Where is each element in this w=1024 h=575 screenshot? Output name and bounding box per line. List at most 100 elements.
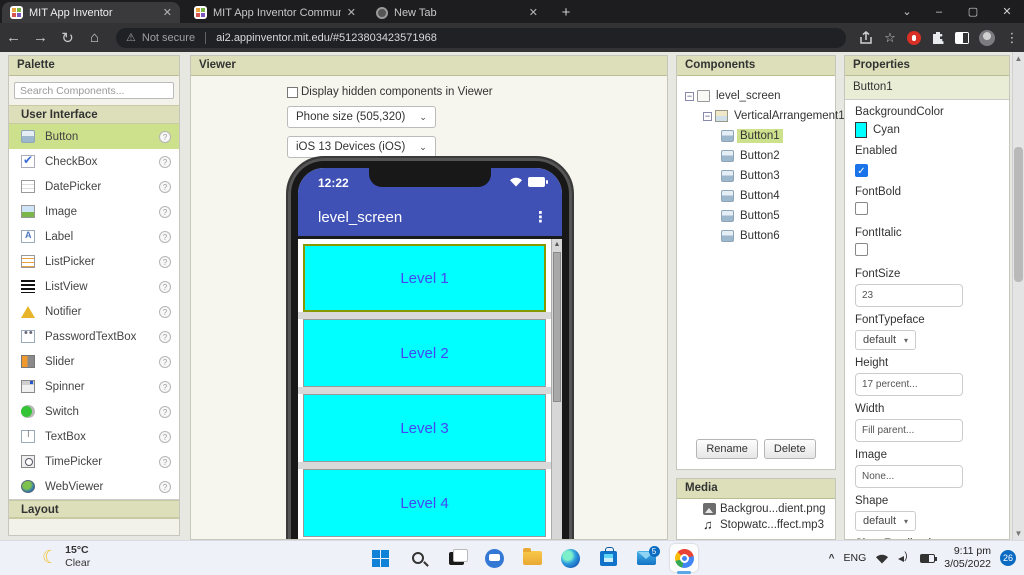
palette-item-slider[interactable]: Slider ?: [9, 349, 179, 374]
tree-item-button4[interactable]: Button4: [681, 186, 831, 206]
device-select[interactable]: iOS 13 Devices (iOS) ⌄: [287, 136, 436, 158]
edge-button[interactable]: [556, 544, 584, 572]
store-button[interactable]: [594, 544, 622, 572]
profile-avatar[interactable]: [979, 29, 995, 46]
notification-count-badge[interactable]: 26: [1000, 550, 1016, 566]
collapse-icon[interactable]: −: [685, 91, 694, 101]
help-icon[interactable]: ?: [159, 330, 171, 343]
tray-clock[interactable]: 9:11 pm 3/05/2022: [944, 545, 991, 571]
color-value[interactable]: Cyan: [873, 124, 900, 136]
palette-item-checkbox[interactable]: CheckBox ?: [9, 149, 179, 174]
image-field[interactable]: None...: [855, 465, 963, 488]
help-icon[interactable]: ?: [159, 205, 171, 218]
help-icon[interactable]: ?: [159, 305, 171, 318]
level-button-level-4[interactable]: Level 4: [303, 469, 546, 537]
palette-item-timepicker[interactable]: TimePicker ?: [9, 449, 179, 474]
phone-scrollbar[interactable]: ▲: [551, 239, 562, 539]
tab-close-icon[interactable]: ✕: [347, 6, 356, 19]
palette-item-notifier[interactable]: Notifier ?: [9, 299, 179, 324]
rename-button[interactable]: Rename: [696, 439, 758, 459]
window-minimize-button[interactable]: –: [922, 0, 956, 23]
forward-icon[interactable]: →: [27, 29, 54, 46]
media-item[interactable]: ♫ Stopwatc...ffect.mp3: [677, 515, 835, 531]
tree-item-level_screen[interactable]: − level_screen: [681, 86, 831, 106]
page-scroll-thumb[interactable]: [1014, 147, 1023, 282]
palette-item-label[interactable]: Label ?: [9, 224, 179, 249]
tab-close-icon[interactable]: ✕: [163, 6, 172, 19]
tree-item-button6[interactable]: Button6: [681, 226, 831, 246]
enabled-checkbox[interactable]: ✓: [855, 164, 868, 177]
extensions-puzzle-icon[interactable]: [926, 30, 950, 46]
tray-volume-icon[interactable]: [898, 551, 911, 564]
start-button[interactable]: [366, 544, 394, 572]
delete-button[interactable]: Delete: [763, 439, 816, 459]
new-tab-button[interactable]: +: [556, 4, 576, 21]
adblock-extension-icon[interactable]: [907, 30, 921, 45]
help-icon[interactable]: ?: [159, 455, 171, 468]
palette-item-datepicker[interactable]: DatePicker ?: [9, 174, 179, 199]
tree-item-button5[interactable]: Button5: [681, 206, 831, 226]
help-icon[interactable]: ?: [159, 255, 171, 268]
side-panel-icon[interactable]: [955, 31, 969, 44]
display-hidden-checkbox[interactable]: [287, 87, 298, 98]
width-field[interactable]: Fill parent...: [855, 419, 963, 442]
tab-mit-app-inventor[interactable]: MIT App Inventor ✕: [2, 2, 180, 23]
help-icon[interactable]: ?: [159, 430, 171, 443]
task-view-button[interactable]: [442, 544, 470, 572]
phone-size-select[interactable]: Phone size (505,320) ⌄: [287, 106, 436, 128]
tray-overflow-chevron-icon[interactable]: ^: [829, 553, 835, 564]
scroll-down-icon[interactable]: ▼: [1013, 527, 1024, 540]
bookmark-star-icon[interactable]: ☆: [878, 30, 902, 46]
tree-item-button1[interactable]: Button1: [681, 126, 831, 146]
back-icon[interactable]: ←: [0, 29, 27, 46]
share-icon[interactable]: [854, 30, 878, 45]
tab-new-tab[interactable]: New Tab ✕: [368, 2, 546, 23]
tree-item-button2[interactable]: Button2: [681, 146, 831, 166]
scroll-up-icon[interactable]: ▲: [552, 239, 562, 248]
palette-item-image[interactable]: Image ?: [9, 199, 179, 224]
scroll-up-icon[interactable]: ▲: [1013, 52, 1024, 65]
chat-button[interactable]: [480, 544, 508, 572]
chrome-button[interactable]: [670, 544, 698, 574]
search-components-input[interactable]: Search Components...: [14, 82, 174, 99]
tray-battery-icon[interactable]: [920, 553, 938, 563]
tree-item-verticalarrangement1[interactable]: − VerticalArrangement1: [681, 106, 845, 126]
shape-select[interactable]: default ▾: [855, 511, 917, 531]
phone-scroll-thumb[interactable]: [553, 252, 561, 402]
window-maximize-button[interactable]: ▢: [956, 0, 990, 23]
media-item[interactable]: Backgrou...dient.png: [677, 499, 835, 515]
level-button-level-2[interactable]: Level 2: [303, 319, 546, 387]
height-field[interactable]: 17 percent...: [855, 373, 963, 396]
reload-icon[interactable]: ↻: [54, 29, 81, 47]
window-menu-chevron-icon[interactable]: ⌄: [890, 0, 924, 23]
backgroundcolor-picker[interactable]: Cyan: [855, 122, 999, 138]
fonttypeface-select[interactable]: default ▾: [855, 330, 917, 350]
file-explorer-button[interactable]: [518, 544, 546, 572]
tab-close-icon[interactable]: ✕: [529, 6, 538, 19]
help-icon[interactable]: ?: [159, 230, 171, 243]
page-scrollbar[interactable]: ▲ ▼: [1012, 52, 1024, 540]
help-icon[interactable]: ?: [159, 380, 171, 393]
palette-item-switch[interactable]: Switch ?: [9, 399, 179, 424]
level-button-level-1[interactable]: Level 1: [303, 244, 546, 312]
search-button[interactable]: [404, 544, 432, 572]
help-icon[interactable]: ?: [159, 480, 171, 493]
mail-button[interactable]: 5: [632, 544, 660, 572]
palette-item-button[interactable]: Button ?: [9, 124, 179, 149]
fontitalic-checkbox[interactable]: [855, 243, 868, 256]
palette-item-listview[interactable]: ListView ?: [9, 274, 179, 299]
palette-item-webviewer[interactable]: WebViewer ?: [9, 474, 179, 499]
home-icon[interactable]: ⌂: [81, 29, 108, 46]
help-icon[interactable]: ?: [159, 130, 171, 143]
help-icon[interactable]: ?: [159, 405, 171, 418]
tree-item-button3[interactable]: Button3: [681, 166, 831, 186]
language-indicator[interactable]: ENG: [844, 552, 867, 564]
weather-widget[interactable]: ☾ 15°C Clear: [42, 544, 90, 570]
help-icon[interactable]: ?: [159, 355, 171, 368]
help-icon[interactable]: ?: [159, 155, 171, 168]
palette-item-textbox[interactable]: TextBox ?: [9, 424, 179, 449]
palette-item-spinner[interactable]: Spinner ?: [9, 374, 179, 399]
section-layout[interactable]: Layout: [9, 500, 179, 519]
window-close-button[interactable]: ✕: [990, 0, 1024, 23]
tray-wifi-icon[interactable]: [875, 553, 889, 564]
